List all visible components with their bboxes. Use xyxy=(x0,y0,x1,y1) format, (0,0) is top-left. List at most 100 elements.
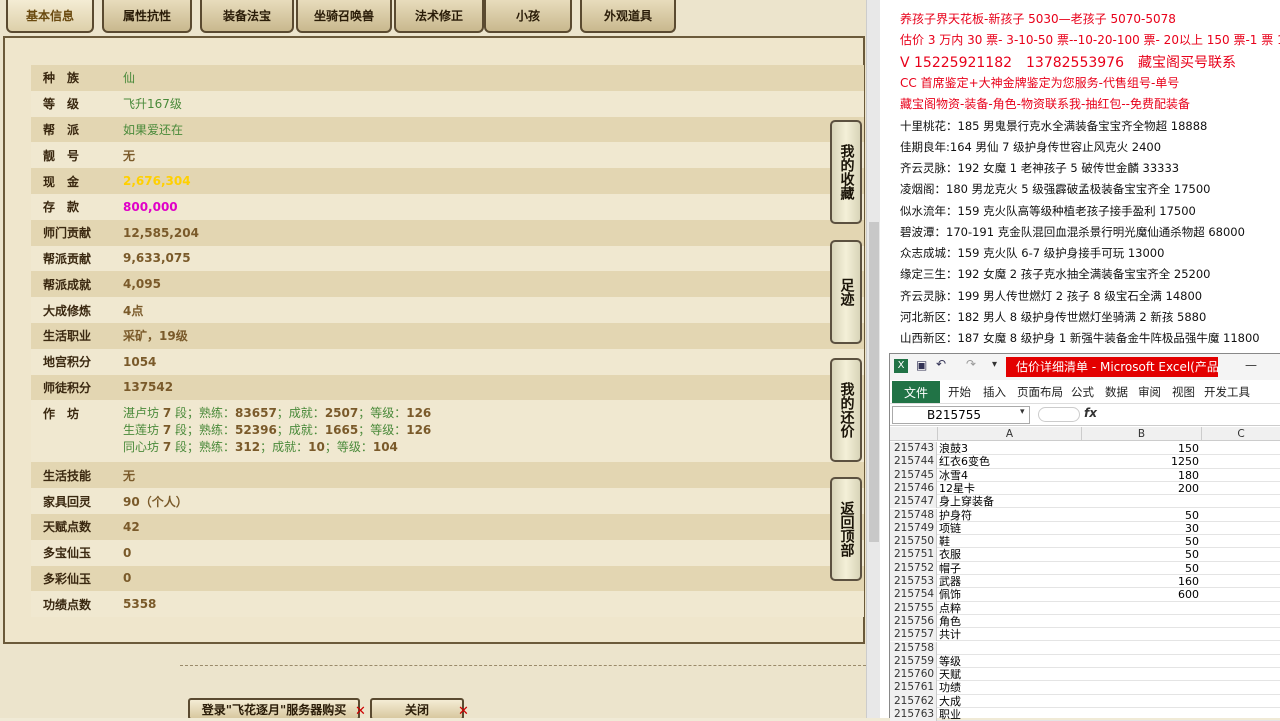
cell-b[interactable]: 160 xyxy=(1082,575,1199,588)
table-row[interactable]: 215754 佩饰 600 xyxy=(890,588,1280,602)
ribbon-tab-6[interactable]: 审阅 xyxy=(1138,384,1161,400)
row-number[interactable]: 215746 xyxy=(890,481,937,496)
row-number[interactable]: 215748 xyxy=(890,508,937,522)
cell-b[interactable]: 200 xyxy=(1082,482,1199,495)
table-row[interactable]: 215746 12星卡 200 xyxy=(890,481,1280,496)
table-row[interactable]: 215748 护身符 50 xyxy=(890,508,1280,522)
cell-b[interactable]: 1250 xyxy=(1082,455,1199,468)
table-row[interactable]: 215758 xyxy=(890,641,1280,655)
row-number[interactable]: 215745 xyxy=(890,468,937,482)
my-counteroffer-button[interactable]: 我的还价 xyxy=(830,358,862,462)
row-number[interactable]: 215756 xyxy=(890,614,937,629)
tab-1[interactable]: 属性抗性 xyxy=(102,0,192,33)
table-row[interactable]: 215749 项链 30 xyxy=(890,521,1280,536)
table-row[interactable]: 215756 角色 xyxy=(890,614,1280,629)
table-row[interactable]: 215751 衣服 50 xyxy=(890,548,1280,562)
table-row[interactable]: 215760 天赋 xyxy=(890,668,1280,682)
row-number[interactable]: 215761 xyxy=(890,681,937,695)
table-row[interactable]: 215752 帽子 50 xyxy=(890,561,1280,575)
table-row[interactable]: 215747 身上穿装备 xyxy=(890,495,1280,509)
tab-5[interactable]: 小孩 xyxy=(484,0,572,33)
cell-b[interactable]: 50 xyxy=(1082,509,1199,522)
row-number[interactable]: 215753 xyxy=(890,575,937,589)
row-number[interactable]: 215762 xyxy=(890,694,937,708)
ribbon-tab-3[interactable]: 页面布局 xyxy=(1017,384,1063,400)
cell-b[interactable]: 180 xyxy=(1082,469,1199,482)
ribbon-tab-0[interactable]: 文件 xyxy=(892,381,940,403)
ribbon-tab-2[interactable]: 插入 xyxy=(983,384,1006,400)
cell-b[interactable]: 50 xyxy=(1082,535,1199,548)
column-header[interactable]: C xyxy=(1202,427,1280,441)
table-row[interactable]: 215745 冰雪4 180 xyxy=(890,468,1280,482)
tab-2[interactable]: 装备法宝 xyxy=(200,0,294,33)
table-row[interactable]: 215761 功绩 xyxy=(890,681,1280,695)
cell-b[interactable]: 150 xyxy=(1082,442,1199,455)
scrollbar[interactable] xyxy=(866,0,880,718)
tab-4[interactable]: 法术修正 xyxy=(394,0,484,33)
tab-6[interactable]: 外观道具 xyxy=(580,0,676,33)
cell-a[interactable]: 武器 xyxy=(939,575,961,588)
undo-icon[interactable]: ↶ xyxy=(936,357,946,371)
table-row[interactable]: 215763 职业 xyxy=(890,708,1280,721)
table-row[interactable]: 215757 共计 xyxy=(890,628,1280,642)
quick-access-dropdown-icon[interactable]: ▾ xyxy=(992,359,997,370)
cell-a[interactable]: 护身符 xyxy=(939,509,972,522)
cell-a[interactable]: 点粹 xyxy=(939,602,961,615)
redo-icon[interactable]: ↷ xyxy=(966,357,976,371)
formula-bar-handle[interactable] xyxy=(1038,407,1080,422)
column-header[interactable]: A xyxy=(938,427,1082,441)
name-box[interactable]: B215755 xyxy=(892,406,1030,424)
column-header[interactable]: B xyxy=(1082,427,1202,441)
row-number[interactable]: 215749 xyxy=(890,521,937,536)
spreadsheet-grid[interactable]: A B C 215743 浪鼓3 150 215744 红衣6变色 1250 215745 冰雪4 1… xyxy=(890,427,1280,721)
login-server-buy-button[interactable]: 登录"飞花逐月"服务器购买 xyxy=(188,698,360,718)
ribbon-tab-5[interactable]: 数据 xyxy=(1105,384,1128,400)
ribbon-tab-8[interactable]: 开发工具 xyxy=(1204,384,1250,400)
close-button[interactable]: 关闭 xyxy=(370,698,464,718)
row-number[interactable]: 215743 xyxy=(890,442,937,456)
ribbon-tab-1[interactable]: 开始 xyxy=(948,384,971,400)
chevron-down-icon[interactable]: ▾ xyxy=(1020,407,1025,417)
row-number[interactable]: 215763 xyxy=(890,708,937,721)
save-icon[interactable]: ▣ xyxy=(916,358,927,372)
cell-a[interactable]: 12星卡 xyxy=(939,482,975,495)
cell-a[interactable]: 角色 xyxy=(939,615,961,628)
row-number[interactable]: 215758 xyxy=(890,641,937,655)
ribbon-tab-7[interactable]: 视图 xyxy=(1172,384,1195,400)
fx-icon[interactable]: fx xyxy=(1084,406,1097,420)
cell-a[interactable]: 职业 xyxy=(939,708,961,721)
row-number[interactable]: 215757 xyxy=(890,628,937,642)
table-row[interactable]: 215759 等级 xyxy=(890,654,1280,669)
cell-a[interactable]: 身上穿装备 xyxy=(939,495,994,508)
cell-a[interactable]: 项链 xyxy=(939,522,961,535)
cell-b[interactable]: 30 xyxy=(1082,522,1199,535)
cell-a[interactable]: 帽子 xyxy=(939,562,961,575)
row-number[interactable]: 215750 xyxy=(890,535,937,549)
table-row[interactable]: 215755 点粹 xyxy=(890,601,1280,615)
cell-a[interactable]: 等级 xyxy=(939,655,961,668)
tab-0[interactable]: 基本信息 xyxy=(6,0,94,33)
row-number[interactable]: 215751 xyxy=(890,548,937,562)
cell-b[interactable]: 50 xyxy=(1082,562,1199,575)
back-to-top-button[interactable]: 返回顶部 xyxy=(830,477,862,581)
cell-a[interactable]: 冰雪4 xyxy=(939,469,968,482)
cell-a[interactable]: 功绩 xyxy=(939,681,961,694)
table-row[interactable]: 215750 鞋 50 xyxy=(890,535,1280,549)
cell-a[interactable]: 衣服 xyxy=(939,548,961,561)
ribbon-tab-4[interactable]: 公式 xyxy=(1071,384,1094,400)
table-row[interactable]: 215743 浪鼓3 150 xyxy=(890,442,1280,456)
cell-b[interactable]: 50 xyxy=(1082,548,1199,561)
cell-a[interactable]: 天赋 xyxy=(939,668,961,681)
row-number[interactable]: 215744 xyxy=(890,455,937,469)
cell-a[interactable]: 红衣6变色 xyxy=(939,455,990,468)
row-number[interactable]: 215747 xyxy=(890,495,937,509)
scrollbar-thumb[interactable] xyxy=(869,222,879,542)
cell-a[interactable]: 佩饰 xyxy=(939,588,961,601)
column-header[interactable] xyxy=(890,427,938,441)
cell-b[interactable]: 600 xyxy=(1082,588,1199,601)
row-number[interactable]: 215760 xyxy=(890,668,937,682)
my-favorites-button[interactable]: 我的收藏 xyxy=(830,120,862,224)
cell-a[interactable]: 大成 xyxy=(939,695,961,708)
tab-3[interactable]: 坐骑召唤兽 xyxy=(296,0,392,33)
row-number[interactable]: 215759 xyxy=(890,654,937,669)
